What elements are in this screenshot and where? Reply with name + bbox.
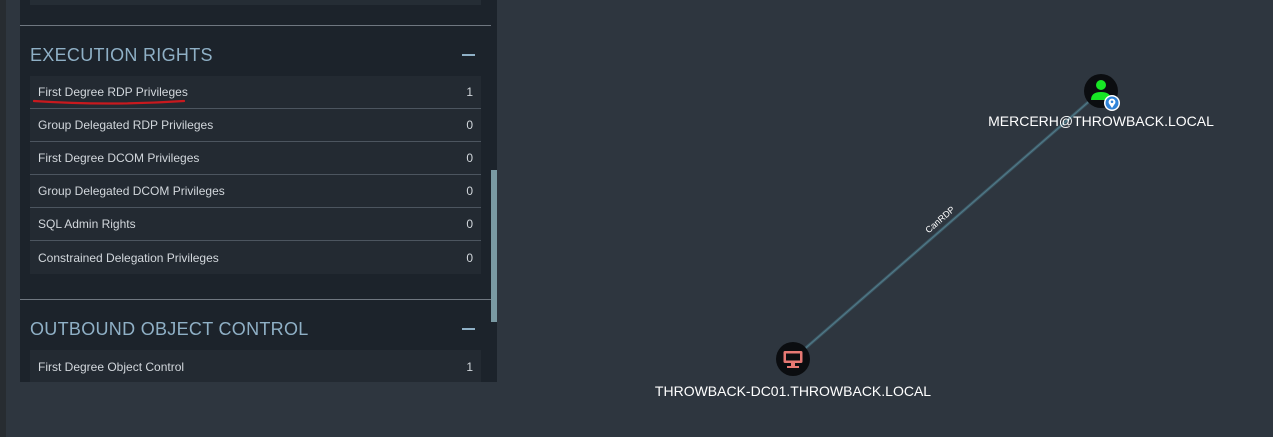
edge-canrdp[interactable]: CanRDP	[792, 89, 1102, 361]
list-item-group-delegated-rdp[interactable]: Group Delegated RDP Privileges 0	[30, 109, 481, 142]
list-item-label: Group Delegated DCOM Privileges	[38, 184, 225, 198]
list-item-count: 0	[466, 184, 473, 198]
outbound-object-control-list: First Degree Object Control 1	[30, 350, 481, 382]
list-item-label: Group Delegated RDP Privileges	[38, 118, 214, 132]
computer-node[interactable]: THROWBACK-DC01.THROWBACK.LOCAL	[655, 342, 931, 399]
list-item-label: Constrained Delegation Privileges	[38, 250, 219, 265]
list-item-count: 0	[466, 217, 473, 231]
list-item-count: 1	[466, 85, 473, 99]
list-item-label: First Degree DCOM Privileges	[38, 151, 200, 165]
list-item-count: 0	[466, 118, 473, 132]
red-underline-annotation	[33, 99, 185, 105]
list-item-label: First Degree RDP Privileges	[38, 85, 188, 99]
section-divider	[20, 299, 491, 300]
list-item-group-delegated-dcom[interactable]: Group Delegated DCOM Privileges 0	[30, 175, 481, 208]
list-item-first-degree-object-control[interactable]: First Degree Object Control 1	[30, 350, 481, 382]
list-item-count: 1	[466, 359, 473, 374]
window-edge	[0, 0, 6, 437]
outbound-object-control-header[interactable]: OUTBOUND OBJECT CONTROL	[30, 312, 481, 346]
execution-rights-title: EXECUTION RIGHTS	[30, 44, 213, 65]
list-item-constrained-delegation[interactable]: Constrained Delegation Privileges 0	[30, 241, 481, 274]
collapse-minus-icon[interactable]	[462, 328, 475, 330]
outbound-object-control-title: OUTBOUND OBJECT CONTROL	[30, 318, 309, 339]
user-node[interactable]: MERCERH@THROWBACK.LOCAL	[988, 74, 1214, 129]
node-info-panel: EXECUTION RIGHTS First Degree RDP Privil…	[20, 0, 497, 382]
graph-canvas[interactable]: CanRDP MERCERH@THROWBACK.LOCAL THROWBACK…	[497, 0, 1273, 437]
collapse-minus-icon[interactable]	[462, 54, 475, 56]
section-divider	[20, 25, 491, 26]
execution-rights-header[interactable]: EXECUTION RIGHTS	[30, 38, 481, 72]
list-item-sql-admin[interactable]: SQL Admin Rights 0	[30, 208, 481, 241]
execution-rights-list: First Degree RDP Privileges 1 Group Dele…	[30, 76, 481, 274]
list-item-count: 0	[466, 250, 473, 265]
user-node-label: MERCERH@THROWBACK.LOCAL	[988, 113, 1214, 129]
list-item-label: SQL Admin Rights	[38, 217, 136, 231]
computer-node-label: THROWBACK-DC01.THROWBACK.LOCAL	[655, 383, 931, 399]
list-item-first-degree-dcom[interactable]: First Degree DCOM Privileges 0	[30, 142, 481, 175]
list-item-label: First Degree Object Control	[38, 359, 185, 374]
list-item-first-degree-rdp[interactable]: First Degree RDP Privileges 1	[30, 76, 481, 109]
list-item-count: 0	[466, 151, 473, 165]
previous-section-tail	[30, 0, 481, 5]
map-marker-icon	[1104, 95, 1120, 111]
